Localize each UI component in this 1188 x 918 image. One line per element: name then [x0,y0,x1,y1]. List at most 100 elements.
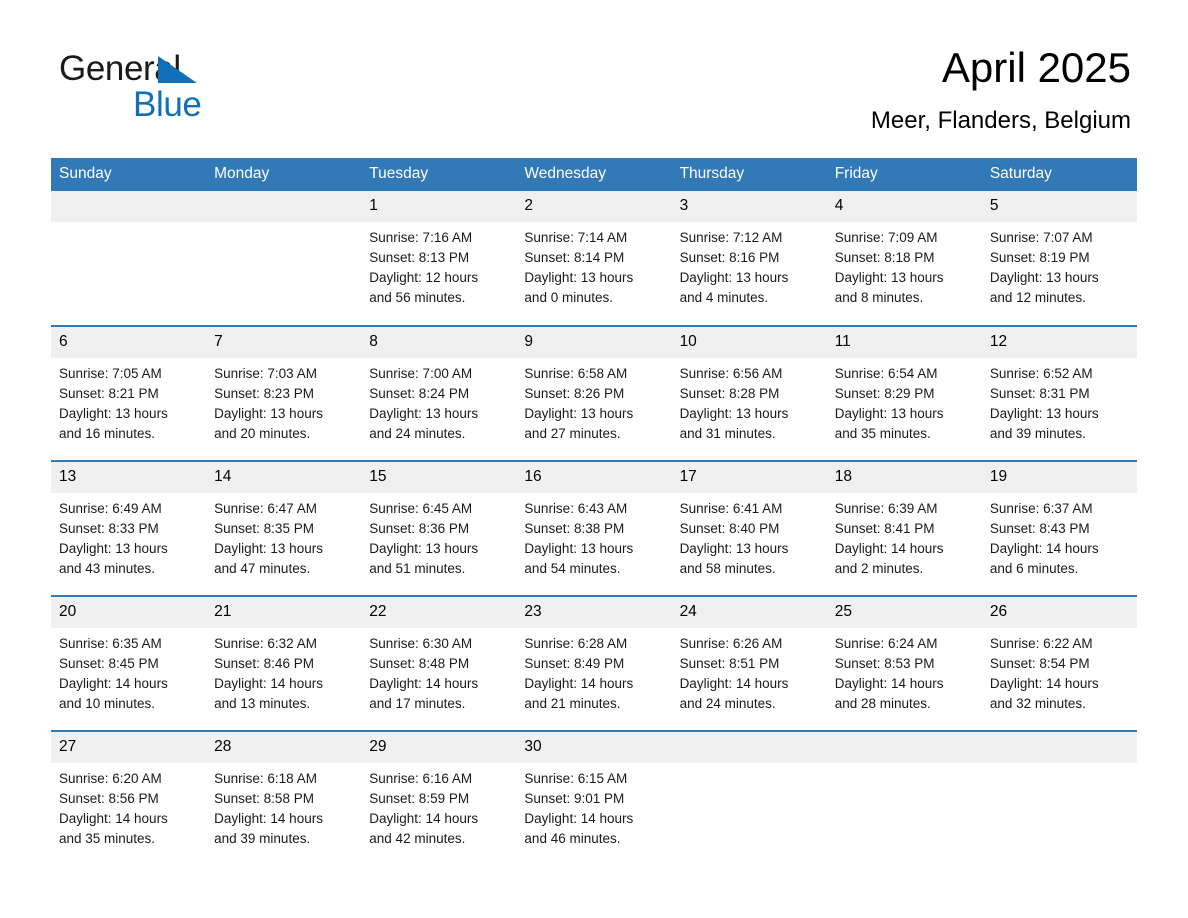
detail-sunrise: Sunrise: 6:22 AM [989,636,1093,651]
detail-daylight-line2: and 21 minutes. [524,696,621,711]
day-cell[interactable]: 17 Sunrise: 6:41 AM Sunset: 8:40 PM Dayligh… [671,460,827,596]
triangle-icon [158,56,197,83]
detail-sunrise: Sunrise: 6:47 AM [214,501,317,516]
title-block: April 2025 Meer, Flanders, Belgium [871,42,1131,136]
day-details: Sunrise: 6:18 AM Sunset: 8:58 PM Daylight:… [206,763,361,863]
detail-sunrise: Sunrise: 6:28 AM [524,636,628,651]
day-details: Sunrise: 6:35 AM Sunset: 8:45 PM Daylight:… [51,628,206,728]
calendar-week-row: 1 Sunrise: 7:16 AM Sunset: 8:13 PM Daylight… [51,191,1137,326]
detail-daylight-line2: and 56 minutes. [369,290,466,305]
day-cell[interactable]: 5 Sunrise: 7:07 AM Sunset: 8:19 PM Daylight… [981,191,1137,326]
detail-daylight-line2: and 24 minutes. [679,696,776,711]
weekday-header-friday: Friday [826,158,982,191]
day-number: 20 [51,597,207,628]
day-number: 6 [51,327,207,358]
detail-sunset: Sunset: 8:35 PM [214,521,314,536]
day-cell[interactable]: 2 Sunrise: 7:14 AM Sunset: 8:14 PM Daylight… [516,191,672,326]
detail-sunrise: Sunrise: 7:00 AM [369,366,473,381]
day-cell[interactable]: 1 Sunrise: 7:16 AM Sunset: 8:13 PM Daylight… [361,191,517,326]
detail-daylight-line1: Daylight: 12 hours [369,270,479,285]
day-cell[interactable]: 21 Sunrise: 6:32 AM Sunset: 8:46 PM Dayligh… [206,595,362,731]
day-details: Sunrise: 7:14 AM Sunset: 8:14 PM Daylight:… [516,222,671,322]
detail-sunrise: Sunrise: 6:39 AM [834,501,938,516]
weekday-header-saturday: Saturday [981,158,1137,191]
detail-sunset: Sunset: 8:13 PM [369,250,470,265]
day-cell[interactable]: 28 Sunrise: 6:18 AM Sunset: 8:58 PM Dayligh… [206,730,362,863]
day-cell[interactable]: 15 Sunrise: 6:45 AM Sunset: 8:36 PM Dayligh… [361,460,517,596]
day-cell[interactable]: 12 Sunrise: 6:52 AM Sunset: 8:31 PM Dayligh… [981,325,1137,461]
detail-sunrise: Sunrise: 6:20 AM [59,771,162,786]
day-cell[interactable]: 3 Sunrise: 7:12 AM Sunset: 8:16 PM Daylight… [671,191,827,326]
day-cell[interactable]: 13 Sunrise: 6:49 AM Sunset: 8:33 PM Dayligh… [51,460,207,596]
detail-sunrise: Sunrise: 6:56 AM [679,366,783,381]
detail-daylight-line2: and 27 minutes. [524,426,621,441]
detail-sunrise: Sunrise: 6:35 AM [59,636,162,651]
detail-daylight-line1: Daylight: 14 hours [524,676,634,691]
day-cell[interactable]: 20 Sunrise: 6:35 AM Sunset: 8:45 PM Dayligh… [51,595,207,731]
day-details [51,222,206,242]
detail-sunset: Sunset: 8:43 PM [989,521,1090,536]
detail-daylight-line2: and 51 minutes. [369,561,466,576]
day-details: Sunrise: 7:00 AM Sunset: 8:24 PM Daylight:… [361,358,516,458]
day-details: Sunrise: 6:52 AM Sunset: 8:31 PM Daylight:… [982,358,1137,458]
detail-daylight-line2: and 31 minutes. [679,426,776,441]
detail-sunrise: Sunrise: 7:05 AM [59,366,162,381]
day-cell[interactable]: 7 Sunrise: 7:03 AM Sunset: 8:23 PM Daylight… [206,325,362,461]
day-cell[interactable]: 23 Sunrise: 6:28 AM Sunset: 8:49 PM Dayligh… [516,595,672,731]
detail-sunset: Sunset: 8:28 PM [679,386,780,401]
detail-daylight-line1: Daylight: 14 hours [834,541,944,556]
detail-daylight-line1: Daylight: 14 hours [989,541,1099,556]
day-cell[interactable]: 22 Sunrise: 6:30 AM Sunset: 8:48 PM Dayligh… [361,595,517,731]
detail-sunset: Sunset: 8:26 PM [524,386,625,401]
day-number [981,732,1137,763]
day-number: 21 [206,597,362,628]
day-number: 15 [361,462,517,493]
day-cell[interactable]: 6 Sunrise: 7:05 AM Sunset: 8:21 PM Daylight… [51,325,207,461]
detail-daylight-line2: and 13 minutes. [214,696,311,711]
day-cell[interactable]: 10 Sunrise: 6:56 AM Sunset: 8:28 PM Dayligh… [671,325,827,461]
page-header: General Blue April 2025 Meer, Flanders, … [51,42,1137,147]
day-cell-empty [206,191,362,326]
detail-sunrise: Sunrise: 7:09 AM [834,230,938,245]
detail-sunset: Sunset: 8:40 PM [679,521,780,536]
day-cell[interactable]: 24 Sunrise: 6:26 AM Sunset: 8:51 PM Dayligh… [671,595,827,731]
day-details [982,763,1137,783]
day-cell[interactable]: 4 Sunrise: 7:09 AM Sunset: 8:18 PM Daylight… [826,191,982,326]
detail-sunset: Sunset: 8:29 PM [834,386,935,401]
detail-sunrise: Sunrise: 6:26 AM [679,636,783,651]
day-cell[interactable]: 29 Sunrise: 6:16 AM Sunset: 8:59 PM Dayligh… [361,730,517,863]
day-number: 16 [516,462,672,493]
detail-sunset: Sunset: 8:16 PM [679,250,780,265]
day-cell[interactable]: 25 Sunrise: 6:24 AM Sunset: 8:53 PM Dayligh… [826,595,982,731]
detail-daylight-line2: and 42 minutes. [369,831,466,846]
day-cell[interactable]: 30 Sunrise: 6:15 AM Sunset: 9:01 PM Dayligh… [516,730,672,863]
day-cell[interactable]: 8 Sunrise: 7:00 AM Sunset: 8:24 PM Daylight… [361,325,517,461]
day-number: 14 [206,462,362,493]
day-cell[interactable]: 19 Sunrise: 6:37 AM Sunset: 8:43 PM Dayligh… [981,460,1137,596]
day-number: 26 [981,597,1137,628]
day-cell[interactable]: 16 Sunrise: 6:43 AM Sunset: 8:38 PM Dayligh… [516,460,672,596]
weekday-header-wednesday: Wednesday [516,158,672,191]
day-cell[interactable]: 14 Sunrise: 6:47 AM Sunset: 8:35 PM Dayligh… [206,460,362,596]
day-cell[interactable]: 9 Sunrise: 6:58 AM Sunset: 8:26 PM Daylight… [516,325,672,461]
day-cell[interactable]: 18 Sunrise: 6:39 AM Sunset: 8:41 PM Dayligh… [826,460,982,596]
detail-daylight-line1: Daylight: 13 hours [524,270,634,285]
day-details: Sunrise: 7:12 AM Sunset: 8:16 PM Daylight:… [672,222,827,322]
day-details: Sunrise: 6:26 AM Sunset: 8:51 PM Daylight:… [672,628,827,728]
detail-daylight-line2: and 35 minutes. [834,426,931,441]
detail-sunrise: Sunrise: 7:03 AM [214,366,317,381]
day-details: Sunrise: 6:54 AM Sunset: 8:29 PM Daylight:… [827,358,982,458]
detail-sunrise: Sunrise: 6:18 AM [214,771,317,786]
day-cell[interactable]: 27 Sunrise: 6:20 AM Sunset: 8:56 PM Dayligh… [51,730,207,863]
page-title: April 2025 [941,44,1131,91]
detail-daylight-line1: Daylight: 13 hours [214,406,323,421]
day-cell[interactable]: 26 Sunrise: 6:22 AM Sunset: 8:54 PM Dayligh… [981,595,1137,731]
day-number [826,732,982,763]
detail-sunset: Sunset: 8:33 PM [59,521,159,536]
day-cell[interactable]: 11 Sunrise: 6:54 AM Sunset: 8:29 PM Dayligh… [826,325,982,461]
day-number: 13 [51,462,207,493]
day-details: Sunrise: 6:24 AM Sunset: 8:53 PM Daylight:… [827,628,982,728]
detail-sunrise: Sunrise: 6:37 AM [989,501,1093,516]
day-details: Sunrise: 6:15 AM Sunset: 9:01 PM Daylight:… [516,763,671,863]
detail-daylight-line2: and 6 minutes. [989,561,1079,576]
